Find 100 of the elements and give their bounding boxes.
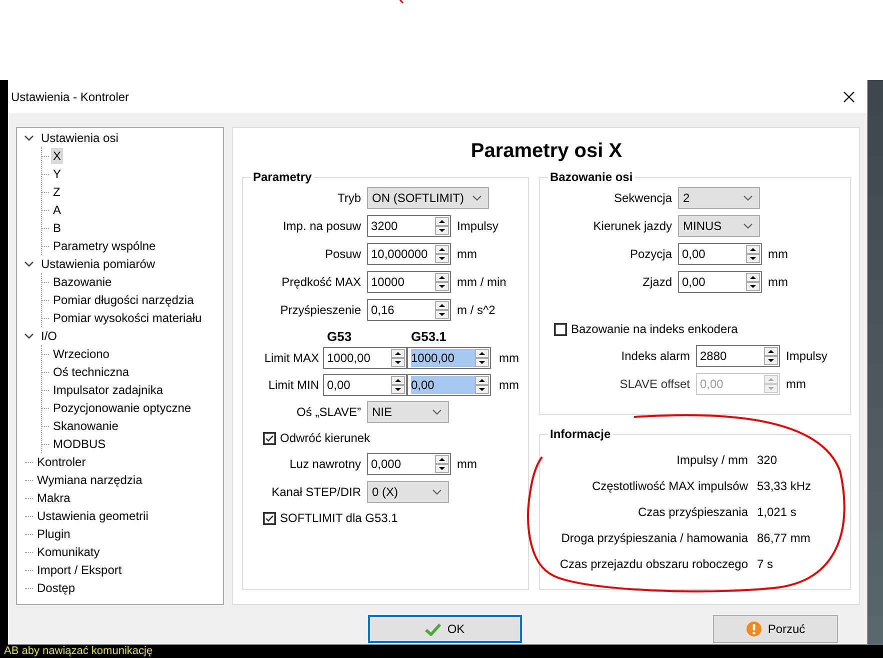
dropdown[interactable]: MINUS [678,215,760,237]
tree-item[interactable]: Dostęp [35,580,78,596]
number-field[interactable]: 1000,00 [323,346,407,368]
number-field[interactable]: 10000 [367,271,451,293]
spinner-arrows-icon[interactable] [435,455,449,473]
chevron-down-icon [432,409,442,415]
tree-item[interactable]: Y [51,166,64,182]
tree-item[interactable]: X [51,148,64,164]
page-title: Parametry osi X [470,139,624,164]
field-label: Zjazd [642,275,673,289]
field-label: Kierunek jazdy [592,219,673,233]
number-field[interactable]: 0,00 [678,243,762,265]
tree-item[interactable]: Wymiana narzędzia [35,472,144,488]
checkbox-label: SOFTLIMIT dla G53.1 [280,511,398,525]
tree-item[interactable]: Impulsator zadajnika [51,382,166,398]
spinner-arrows-icon[interactable] [391,376,405,394]
cancel-button[interactable]: Porzuć [713,615,838,643]
background-text: AB aby nawiązać komunikację [4,645,153,657]
tree-item[interactable]: A [51,202,64,218]
info-label: Czas przyśpieszania [638,505,748,519]
info-value: 53,33 kHz [757,479,812,493]
unit-label: mm [499,378,519,392]
dropdown[interactable]: ON (SOFTLIMIT) [367,187,489,209]
tree-item[interactable]: Bazowanie [51,274,114,290]
spinner-arrows-icon[interactable] [746,273,760,291]
info-label: Częstotliwość MAX impulsów [592,479,748,493]
field-label: SLAVE offset [618,377,691,391]
spinner-arrows-icon[interactable] [475,348,489,366]
field-label: Indeks alarm [620,349,691,363]
field-label: Oś „SLAVE” [296,405,362,419]
info-label: Droga przyśpieszania / hamowania [561,531,748,545]
unit-label: mm [768,275,788,289]
tree-item[interactable]: Pomiar wysokości materiału [51,310,204,326]
tree-item[interactable]: Plugin [35,526,72,542]
check-icon [425,622,442,636]
ok-button[interactable]: OK [368,615,522,643]
spinner-arrows-icon[interactable] [746,245,760,263]
tree-item[interactable]: B [51,220,64,236]
number-field[interactable]: 1000,00 [407,346,491,368]
number-field[interactable]: 0,000 [367,453,451,475]
column-header: G53.1 [411,329,446,344]
tree-item[interactable]: Komunikaty [35,544,102,560]
unit-label: Impulsy [786,349,828,363]
tree-item[interactable]: Ustawienia pomiarów [39,256,158,272]
unit-label: mm [786,377,806,391]
tree-item[interactable]: Z [51,184,62,200]
dropdown[interactable]: NIE [367,401,449,423]
tree-item[interactable]: Import / Eksport [35,562,124,578]
tree-item[interactable]: MODBUS [51,436,108,452]
spinner-arrows-icon[interactable] [435,273,449,291]
checkbox[interactable] [263,432,276,444]
number-field[interactable]: 0,16 [367,299,451,321]
tree-item[interactable]: Ustawienia geometrii [35,508,150,524]
checkbox[interactable] [263,512,276,524]
tree-item[interactable]: Pomiar długości narzędzia [51,292,196,308]
spinner-arrows-icon[interactable] [764,347,778,365]
number-field[interactable]: 0,00 [323,374,407,396]
number-field[interactable]: 0,00 [678,271,762,293]
spinner-arrows-icon[interactable] [435,301,449,319]
spinner-arrows-icon[interactable] [391,348,405,366]
field-label: Posuw [324,247,362,261]
field-label: Tryb [336,191,362,205]
info-value: 320 [757,453,778,467]
number-field[interactable]: 10,000000 [367,243,451,265]
number-field[interactable]: 2880 [696,345,780,367]
number-field[interactable]: 0,00 [407,374,491,396]
spinner-arrows-icon[interactable] [435,245,449,263]
unit-label: mm [457,247,477,261]
tree-item[interactable]: Ustawienia osi [39,130,120,146]
dropdown[interactable]: 2 [678,187,760,209]
checkbox-label: Odwróć kierunek [280,431,370,445]
field-label: Limit MIN [267,378,320,392]
checkbox-label: Bazowanie na indeks enkodera [571,322,738,336]
info-value: 86,77 mm [757,531,810,545]
field-label: Sekwencja [612,191,673,205]
info-value: 7 s [757,557,774,571]
tree-item[interactable]: I/O [39,328,60,344]
tree-item[interactable]: Kontroler [35,454,88,470]
chevron-down-icon[interactable] [24,261,34,267]
info-value: 1,021 s [757,505,796,519]
spinner-arrows-icon[interactable] [435,217,449,235]
spinner-arrows-icon[interactable] [475,376,489,394]
tree-item[interactable]: Wrzeciono [51,346,112,362]
chevron-down-icon[interactable] [24,333,34,339]
tree-item[interactable]: Pozycjonowanie optyczne [51,400,194,416]
info-label: Czas przejazdu obszaru roboczego [560,557,748,571]
dropdown[interactable]: 0 (X) [367,481,449,503]
tree-item[interactable]: Parametry wspólne [51,238,158,254]
close-icon[interactable] [843,90,855,102]
tree-item[interactable]: Makra [35,490,72,506]
tree-item[interactable]: Skanowanie [51,418,120,434]
chevron-down-icon [472,195,482,201]
checkbox[interactable] [554,323,567,336]
window-title: Ustawienia - Kontroler [11,90,130,104]
number-field[interactable]: 3200 [367,215,451,237]
tree-item[interactable]: Oś techniczna [51,364,132,380]
info-label: Impulsy / mm [676,453,748,467]
group-title: Parametry [252,170,313,184]
group-title: Informacje [549,427,612,441]
chevron-down-icon[interactable] [24,135,34,141]
